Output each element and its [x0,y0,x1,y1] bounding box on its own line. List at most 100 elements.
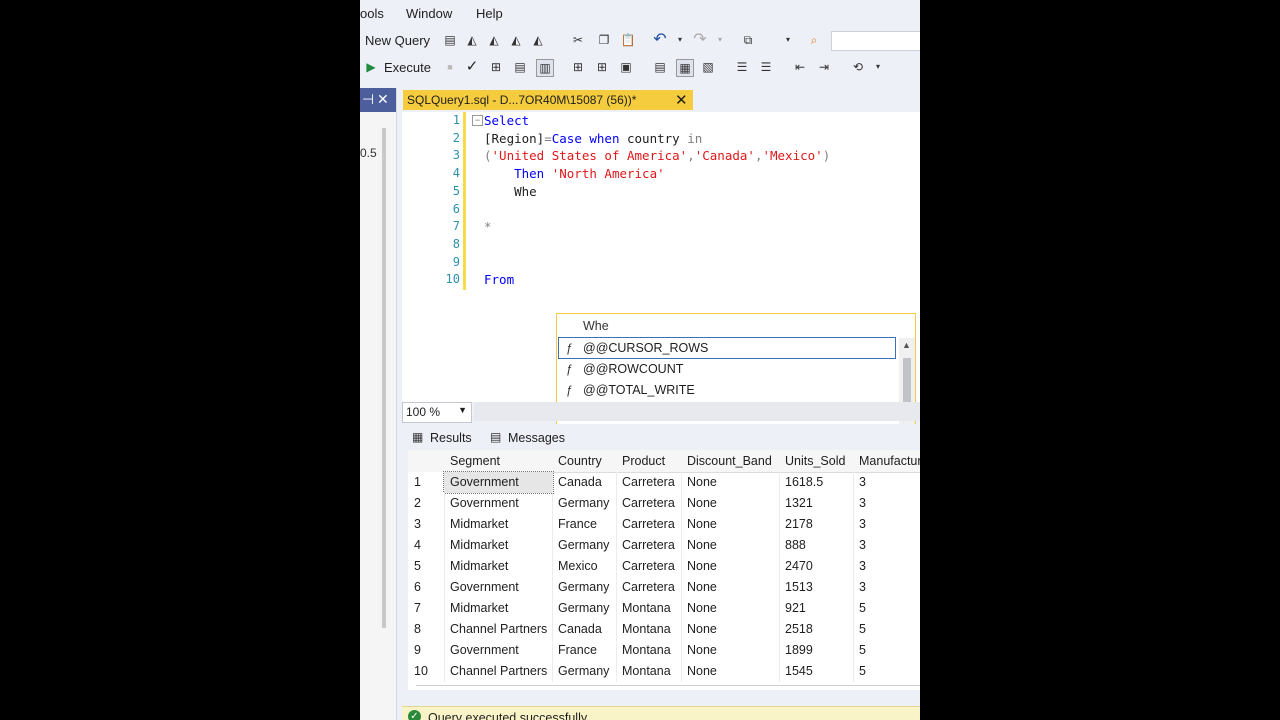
activity-monitor-icon[interactable]: ⧉ [740,32,756,48]
row-number[interactable]: 8 [408,619,445,640]
table-cell[interactable]: 5 [853,640,920,661]
table-cell[interactable]: 1899 [779,640,854,661]
table-cell[interactable]: Germany [552,598,617,619]
undo-icon[interactable]: ↶ [652,32,668,48]
row-number[interactable]: 5 [408,556,445,577]
row-number[interactable]: 10 [408,661,445,682]
table-cell[interactable]: France [552,514,617,535]
query-options-icon[interactable]: ▤ [512,59,528,75]
table-cell[interactable]: Germany [552,577,617,598]
table-cell[interactable]: 3 [853,535,920,556]
code-line[interactable]: From [484,271,514,288]
specify-values-icon[interactable]: ⟲ [850,59,866,75]
table-cell[interactable]: Carretera [616,493,682,514]
table-cell[interactable]: Carretera [616,535,682,556]
results-to-file-icon[interactable]: ▧ [700,59,716,75]
results-to-text-icon[interactable]: ▤ [652,59,668,75]
row-number[interactable]: 1 [408,472,445,493]
table-cell[interactable]: None [681,535,780,556]
table-cell[interactable]: 3 [853,472,920,493]
row-number[interactable]: 3 [408,514,445,535]
table-cell[interactable]: None [681,619,780,640]
xmla-query-icon[interactable]: ◭ [508,32,524,48]
results-to-grid-icon[interactable]: ▦ [676,59,694,77]
table-cell[interactable]: Channel Partners [444,619,553,640]
zoom-select[interactable]: 100 % ▼ [402,402,472,423]
table-cell[interactable]: 921 [779,598,854,619]
tab-messages[interactable]: ▤ Messages [484,426,570,448]
table-cell[interactable]: Germany [552,661,617,682]
paste-icon[interactable]: 📋 [620,32,636,48]
mdx-query-icon[interactable]: ◭ [464,32,480,48]
table-cell[interactable]: Montana [616,619,682,640]
table-cell[interactable]: Government [444,640,553,661]
intellisense-item[interactable]: ƒ @@TOTAL_WRITE [559,380,895,400]
stop-icon[interactable]: ■ [442,59,458,75]
decrease-indent-icon[interactable]: ⇤ [792,59,808,75]
results-horizontal-scrollbar[interactable] [416,685,920,692]
table-cell[interactable]: Midmarket [444,598,553,619]
code-line[interactable]: Whe [484,183,537,200]
table-cell[interactable]: 888 [779,535,854,556]
table-cell[interactable]: None [681,472,780,493]
grid-corner[interactable] [408,450,445,473]
table-cell[interactable]: None [681,514,780,535]
table-cell[interactable]: Mexico [552,556,617,577]
table-cell[interactable]: None [681,493,780,514]
tab-sqlquery1[interactable]: SQLQuery1.sql - D...7OR40M\15087 (56))* … [403,90,693,110]
intellisense-item[interactable]: ƒ @@CURSOR_ROWS [558,337,896,359]
dmx-query-icon[interactable]: ◭ [486,32,502,48]
table-cell[interactable]: Midmarket [444,556,553,577]
execute-button[interactable]: Execute [384,60,431,75]
toolbar-options-icon[interactable]: ▾ [870,59,886,75]
table-cell[interactable]: Germany [552,493,617,514]
column-header[interactable]: Discount_Band [681,450,780,473]
table-cell[interactable]: 2518 [779,619,854,640]
table-cell[interactable]: 3 [853,577,920,598]
table-cell[interactable]: 1513 [779,577,854,598]
scroll-up-icon[interactable]: ▲ [902,340,911,350]
object-explorer-scrollbar[interactable] [382,128,386,628]
row-number[interactable]: 4 [408,535,445,556]
table-cell[interactable]: Montana [616,640,682,661]
table-cell[interactable]: None [681,661,780,682]
table-cell[interactable]: None [681,577,780,598]
table-cell[interactable]: 1321 [779,493,854,514]
table-cell[interactable]: Carretera [616,472,682,493]
tab-results[interactable]: ▦ Results [406,426,478,448]
editor-horizontal-scrollbar[interactable] [474,402,920,421]
close-tab-icon[interactable]: ✕ [675,91,688,109]
row-number[interactable]: 9 [408,640,445,661]
query-editor[interactable]: − 1 2 3 4 5 6 7 8 9 10 Select [Region]=Case when c… [402,112,920,528]
menu-tools[interactable]: ools [360,6,384,21]
close-panel-icon[interactable]: ✕ [377,91,389,108]
intellisense-item[interactable]: ƒ @@ROWCOUNT [559,359,895,379]
column-header[interactable]: Units_Sold [779,450,854,473]
new-query-button[interactable]: New Query [365,33,430,48]
table-cell[interactable]: Government [443,471,554,494]
table-cell[interactable]: 3 [853,556,920,577]
row-number[interactable]: 6 [408,577,445,598]
table-cell[interactable]: Germany [552,535,617,556]
code-line[interactable]: Then 'North America' [484,165,665,182]
table-cell[interactable]: 1545 [779,661,854,682]
parse-check-icon[interactable]: ✓ [464,59,480,75]
intellisense-icon[interactable]: ▥ [536,59,554,77]
table-cell[interactable]: Midmarket [444,514,553,535]
table-cell[interactable]: Canada [552,472,617,493]
uncomment-icon[interactable]: ☰ [758,59,774,75]
table-cell[interactable]: None [681,640,780,661]
table-cell[interactable]: None [681,598,780,619]
toolbar-search-input[interactable] [831,31,920,51]
table-cell[interactable]: 1618.5 [779,472,854,493]
column-header[interactable]: Product [616,450,682,473]
table-cell[interactable]: 5 [853,619,920,640]
column-header[interactable]: Segment [444,450,553,473]
code-line[interactable]: [Region]=Case when country in [484,130,702,147]
table-cell[interactable]: 3 [853,514,920,535]
table-cell[interactable]: None [681,556,780,577]
table-cell[interactable]: Carretera [616,514,682,535]
cut-icon[interactable]: ✂ [570,32,586,48]
table-cell[interactable]: Montana [616,661,682,682]
pin-icon[interactable]: ⊣ [362,91,374,108]
